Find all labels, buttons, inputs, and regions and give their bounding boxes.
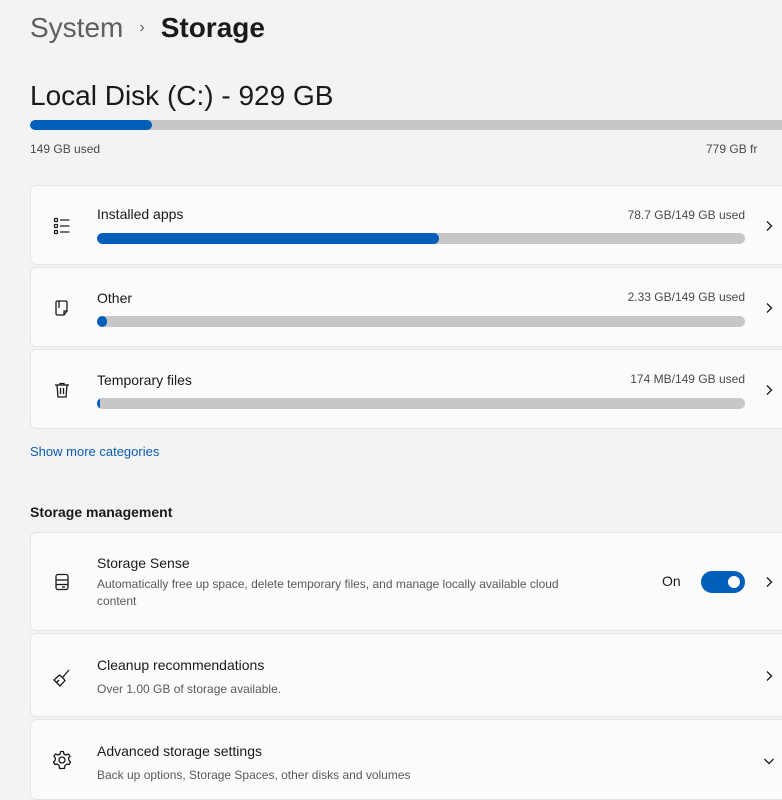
disk-usage-bar-fill bbox=[30, 120, 152, 130]
breadcrumb-system-link[interactable]: System bbox=[30, 12, 123, 44]
storage-sense-card[interactable]: Storage Sense Automatically free up spac… bbox=[30, 532, 782, 631]
advanced-settings-description: Back up options, Storage Spaces, other d… bbox=[97, 768, 411, 782]
gear-icon bbox=[51, 749, 73, 771]
storage-drive-icon bbox=[51, 571, 73, 593]
category-usage: 174 MB/149 GB used bbox=[630, 372, 745, 386]
category-usage: 2.33 GB/149 GB used bbox=[627, 290, 745, 304]
breadcrumb: System › Storage bbox=[30, 8, 265, 48]
storage-management-heading: Storage management bbox=[30, 504, 173, 520]
category-usage-bar bbox=[97, 233, 745, 244]
advanced-settings-title: Advanced storage settings bbox=[97, 743, 262, 759]
disk-free-label: 779 GB fr bbox=[706, 142, 758, 156]
cleanup-title: Cleanup recommendations bbox=[97, 657, 265, 673]
toggle-knob bbox=[728, 576, 740, 588]
storage-sense-description: Automatically free up space, delete temp… bbox=[97, 577, 559, 608]
category-other[interactable]: Other 2.33 GB/149 GB used bbox=[30, 267, 782, 347]
disk-used-label: 149 GB used bbox=[30, 142, 101, 156]
category-usage-bar bbox=[97, 316, 745, 327]
breadcrumb-separator-icon: › bbox=[139, 19, 145, 36]
category-temporary-files[interactable]: Temporary files 174 MB/149 GB used bbox=[30, 349, 782, 429]
category-title: Other bbox=[97, 290, 133, 306]
page-title: Storage bbox=[160, 12, 265, 43]
chevron-right-icon bbox=[761, 382, 777, 398]
chevron-right-icon bbox=[761, 218, 777, 234]
disk-title: Local Disk (C:) - 929 GB bbox=[30, 80, 334, 111]
apps-list-icon bbox=[51, 215, 73, 237]
category-usage-bar-fill bbox=[97, 233, 440, 244]
category-usage-bar bbox=[97, 398, 745, 409]
storage-sense-title: Storage Sense bbox=[97, 555, 190, 571]
show-more-categories-link[interactable]: Show more categories bbox=[30, 444, 159, 459]
other-files-icon bbox=[51, 297, 73, 319]
trash-icon bbox=[51, 379, 73, 401]
category-usage-bar-fill bbox=[97, 398, 100, 409]
cleanup-description: Over 1.00 GB of storage available. bbox=[97, 682, 282, 696]
broom-icon bbox=[51, 667, 73, 689]
category-title: Temporary files bbox=[97, 372, 192, 388]
category-title: Installed apps bbox=[97, 206, 184, 222]
category-usage-bar-fill bbox=[97, 316, 108, 327]
disk-usage-bar bbox=[30, 120, 782, 130]
chevron-right-icon bbox=[761, 300, 777, 316]
chevron-right-icon bbox=[761, 574, 777, 590]
storage-sense-toggle-label: On bbox=[662, 573, 681, 589]
storage-sense-toggle[interactable] bbox=[701, 571, 745, 593]
advanced-storage-settings-card[interactable]: Advanced storage settings Back up option… bbox=[30, 719, 782, 800]
category-usage: 78.7 GB/149 GB used bbox=[627, 208, 745, 222]
category-installed-apps[interactable]: Installed apps 78.7 GB/149 GB used bbox=[30, 185, 782, 265]
chevron-down-icon bbox=[761, 753, 777, 769]
chevron-right-icon bbox=[761, 668, 777, 684]
cleanup-recommendations-card[interactable]: Cleanup recommendations Over 1.00 GB of … bbox=[30, 633, 782, 717]
